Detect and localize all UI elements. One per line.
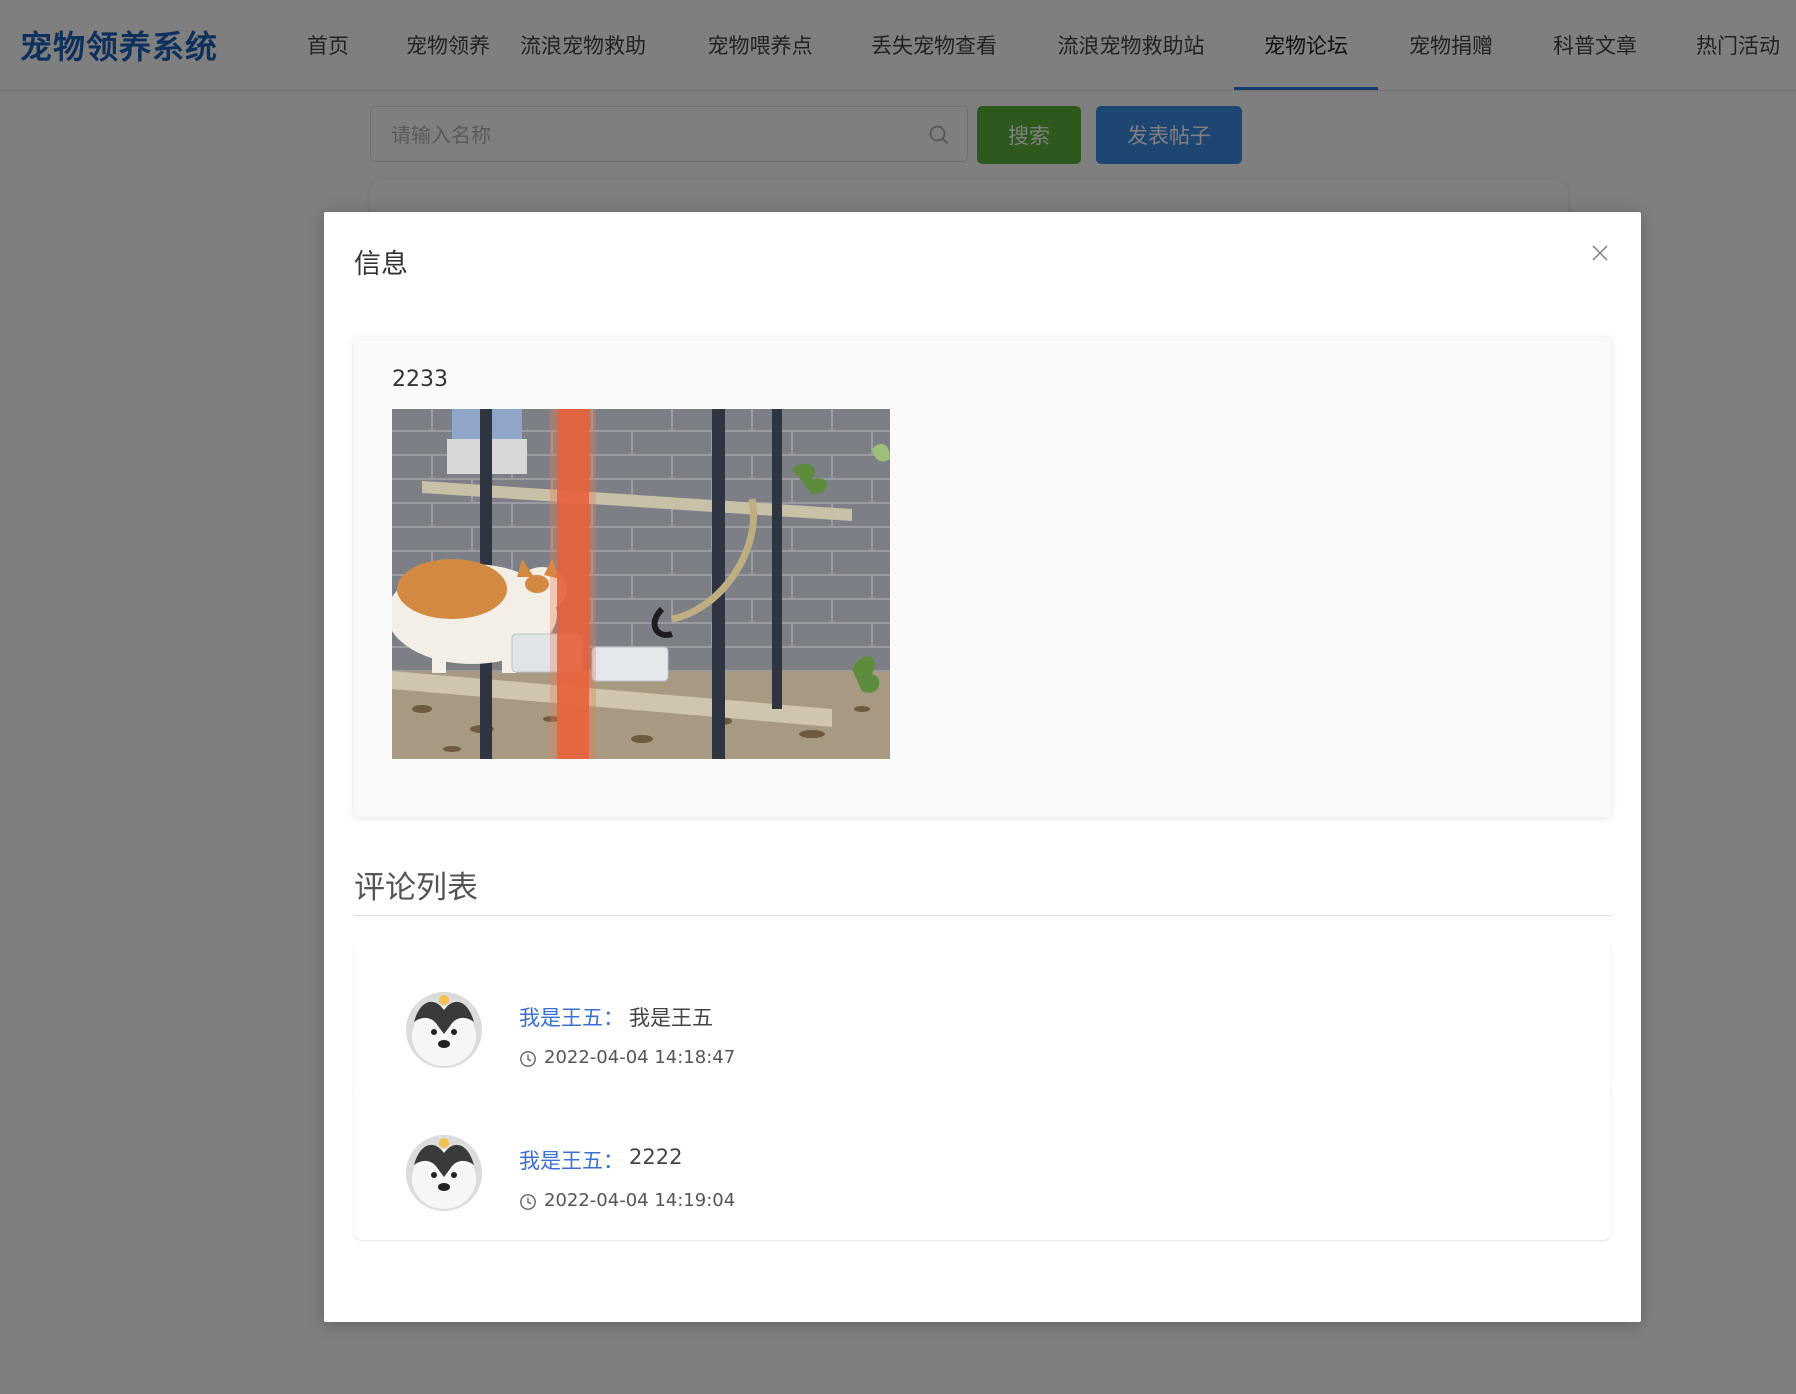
post-detail-modal: 信息 2233 评论列表 我是王五： 我是王五 2022-04-04 14:18… — [324, 212, 1641, 1322]
comment-text: 我是王五 — [629, 1006, 713, 1030]
clock-icon — [520, 1194, 536, 1210]
comment-item: 我是王五： 2222 2022-04-04 14:19:04 — [354, 1085, 1611, 1240]
comment-timestamp: 2022-04-04 14:19:04 — [544, 1190, 736, 1211]
post-text: 2233 — [392, 367, 448, 392]
post-content-card: 2233 — [354, 337, 1611, 817]
avatar — [406, 1135, 482, 1211]
comment-item: 我是王五： 我是王五 2022-04-04 14:18:47 — [354, 942, 1611, 1097]
close-icon[interactable] — [1589, 242, 1611, 264]
comment-author-link[interactable]: 我是王五： — [519, 1145, 624, 1175]
post-image — [392, 409, 890, 759]
comment-text: 2222 — [629, 1145, 683, 1169]
comments-title: 评论列表 — [354, 870, 478, 906]
modal-title: 信息 — [354, 249, 408, 280]
clock-icon — [520, 1051, 536, 1067]
comment-timestamp: 2022-04-04 14:18:47 — [544, 1047, 736, 1068]
comment-author-link[interactable]: 我是王五： — [519, 1002, 624, 1032]
avatar — [406, 992, 482, 1068]
comments-divider — [354, 915, 1611, 916]
